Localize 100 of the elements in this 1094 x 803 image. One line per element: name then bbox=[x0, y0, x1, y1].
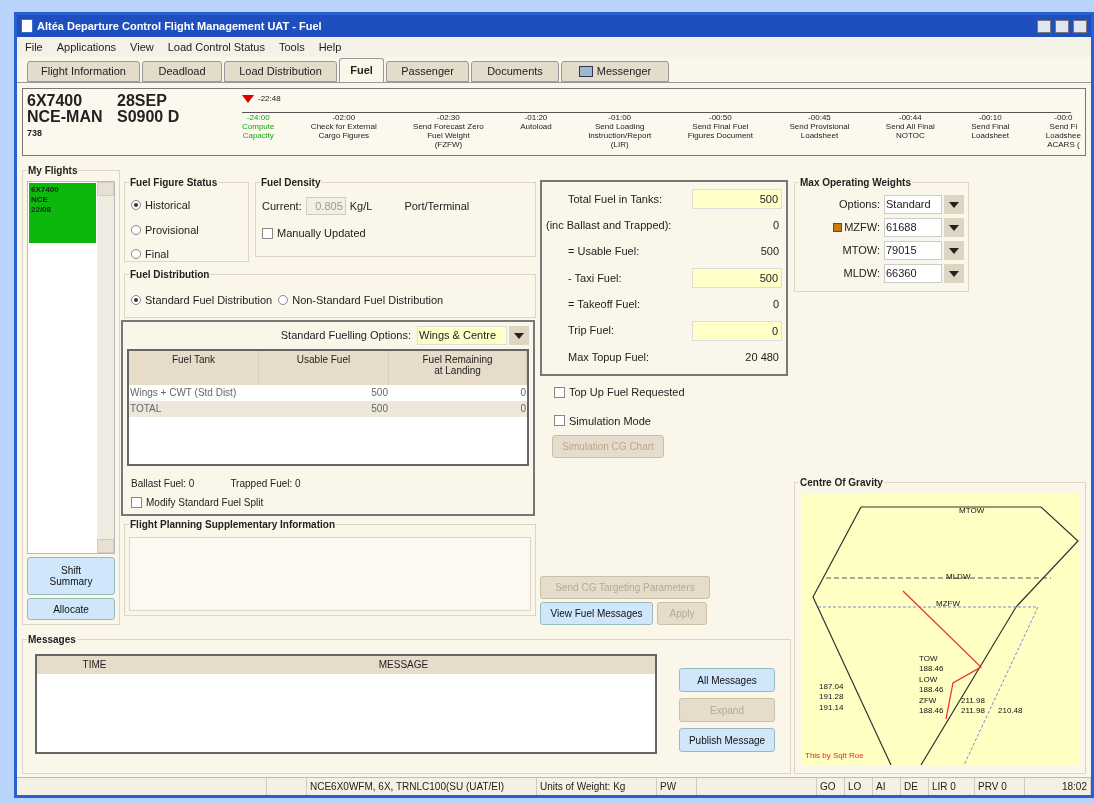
tab[interactable]: Messenger bbox=[561, 61, 669, 82]
fuel-input-field[interactable]: 0 bbox=[692, 320, 782, 341]
field-label: = Usable Fuel: bbox=[567, 244, 640, 260]
milestone-label[interactable]: Check for External Cargo Figures bbox=[310, 122, 377, 140]
weight-dropdown[interactable]: Standard bbox=[884, 195, 942, 214]
menu-item[interactable]: Applications bbox=[56, 38, 117, 56]
milestone-time: -00:45 bbox=[808, 113, 831, 122]
chart-label: 191.28 bbox=[819, 692, 844, 701]
radio-label: Standard Fuel Distribution bbox=[145, 292, 273, 308]
radio-label: Non-Standard Fuel Distribution bbox=[292, 292, 444, 308]
checkbox[interactable] bbox=[262, 227, 273, 239]
milestone-time: -00:50 bbox=[709, 113, 732, 122]
button[interactable]: All Messages bbox=[679, 668, 775, 692]
checkbox[interactable] bbox=[131, 497, 142, 508]
flight-card-text: NCE bbox=[31, 195, 49, 205]
density-source: Port/Terminal bbox=[404, 198, 470, 214]
radio-button[interactable] bbox=[131, 295, 141, 305]
milestone-time: -00:10 bbox=[978, 113, 1002, 122]
flight-number: 6X7400 bbox=[27, 93, 84, 109]
milestone-time: -00:44 bbox=[898, 113, 922, 122]
checkbox[interactable] bbox=[554, 386, 565, 398]
menu-item[interactable]: Load Control Status bbox=[167, 38, 265, 56]
status-bar-cell: PW bbox=[657, 778, 697, 795]
field-label: Max Topup Fuel: bbox=[567, 349, 650, 365]
status-bar-cell: GO bbox=[817, 778, 845, 795]
group-title: My Flights bbox=[27, 163, 79, 178]
chart-label: 188.46 bbox=[919, 664, 944, 673]
status-bar-cell: 18:02 bbox=[1025, 778, 1091, 795]
chart-label: LOW bbox=[919, 675, 938, 684]
radio-button[interactable] bbox=[131, 200, 141, 211]
close-icon[interactable] bbox=[1073, 19, 1087, 33]
chart-label: 211.98 bbox=[961, 706, 985, 715]
menu-item[interactable]: File bbox=[25, 38, 43, 56]
menu-item[interactable]: View bbox=[130, 38, 154, 56]
milestone-label[interactable]: Autoload bbox=[520, 122, 552, 131]
tab[interactable]: Load Distribution bbox=[224, 61, 337, 82]
status-bar-cell: PRV 0 bbox=[975, 778, 1025, 795]
radio-button[interactable] bbox=[131, 249, 141, 260]
tab[interactable]: Passenger bbox=[386, 61, 469, 82]
flight-card-text: 22/08 bbox=[31, 205, 53, 215]
milestone-time: -01:00 bbox=[608, 113, 632, 122]
milestone-label[interactable]: Send Fi Loadshee ACARS ( bbox=[1045, 122, 1081, 149]
tab[interactable]: Deadload bbox=[142, 61, 222, 82]
button[interactable]: Shift Summary bbox=[27, 557, 115, 595]
fuel-input-field[interactable]: 500 bbox=[692, 268, 782, 288]
field-label: Standard Fuelling Options: bbox=[280, 328, 411, 344]
group-title: Centre Of Gravity bbox=[799, 475, 884, 490]
fuel-input-field[interactable]: 500 bbox=[692, 189, 782, 209]
chart-note: This by Sqlt Roe bbox=[805, 751, 864, 760]
column-header[interactable]: MESSAGE bbox=[152, 656, 655, 674]
milestone-time: -00:0 bbox=[1054, 113, 1073, 122]
weight-dropdown[interactable]: 66360 bbox=[884, 264, 942, 283]
milestone-time: -01:20 bbox=[524, 113, 548, 122]
button[interactable]: Allocate bbox=[27, 598, 115, 620]
radio-button[interactable] bbox=[278, 295, 289, 305]
radio-label: Final bbox=[145, 247, 169, 262]
monitor-icon bbox=[578, 66, 593, 77]
table-cell-text: Wings + CWT (Std Dist) bbox=[129, 386, 238, 400]
group-title: Max Operating Weights bbox=[799, 175, 912, 190]
milestone-label[interactable]: Send All Final NOTOC bbox=[885, 122, 935, 140]
tab[interactable]: Flight Information bbox=[27, 61, 140, 82]
checkbox[interactable] bbox=[554, 415, 565, 427]
milestone-time: -02:00 bbox=[332, 113, 356, 122]
chart-label: 188.46 bbox=[919, 706, 944, 715]
button[interactable]: Publish Message bbox=[679, 728, 775, 752]
milestone-time: -24:00 bbox=[246, 113, 270, 122]
milestone-time: -02:30 bbox=[437, 113, 460, 122]
flight-card[interactable]: 6X7400 NCE 22/08 bbox=[29, 183, 96, 243]
route: NCE-MAN bbox=[27, 109, 104, 125]
chart-label: 211.98 bbox=[961, 696, 985, 705]
weight-dropdown[interactable]: 61688 bbox=[884, 218, 942, 237]
milestone-label[interactable]: Send Final Loadsheet bbox=[971, 122, 1010, 140]
group-title: Fuel Figure Status bbox=[129, 175, 219, 190]
status-bar-cell: LIR 0 bbox=[929, 778, 975, 795]
chart-label: 210.48 bbox=[998, 706, 1023, 715]
tab[interactable]: Documents bbox=[471, 61, 559, 82]
button[interactable]: View Fuel Messages bbox=[540, 602, 653, 625]
checkbox-label: Manually Updated bbox=[277, 226, 366, 241]
milestone-label[interactable]: Send Provisional Loadsheet bbox=[789, 122, 850, 140]
milestone-label[interactable]: Send Forecast Zero Fuel Weight (FZFW) bbox=[413, 122, 484, 149]
maximize-icon[interactable] bbox=[1055, 19, 1069, 33]
tab[interactable]: Fuel bbox=[339, 58, 384, 82]
tab-label[interactable]: Messenger bbox=[596, 63, 652, 80]
milestone-label[interactable]: Send Final Fuel Figures Document bbox=[687, 122, 754, 140]
weight-dropdown[interactable]: 79015 bbox=[884, 241, 942, 260]
fuel-value: 500 bbox=[760, 244, 780, 260]
minimize-icon[interactable] bbox=[1037, 19, 1051, 33]
radio-button[interactable] bbox=[131, 224, 141, 235]
chart-label: MZFW bbox=[936, 599, 960, 608]
scrollbar[interactable] bbox=[97, 182, 114, 553]
fuelling-options-dropdown[interactable]: Wings & Centre bbox=[417, 326, 507, 345]
menu-item[interactable]: Tools bbox=[278, 38, 305, 56]
group-title: Fuel Density bbox=[260, 175, 322, 190]
chart-label: ZFW bbox=[919, 696, 937, 705]
column-header[interactable]: TIME bbox=[37, 656, 152, 674]
fuel-value: 0 bbox=[772, 297, 780, 313]
table-cell-text: TOTAL bbox=[129, 402, 163, 416]
checkbox-label: Modify Standard Fuel Split bbox=[146, 496, 264, 510]
milestone-label[interactable]: Send Loading Instruction/Report (LIR) bbox=[588, 122, 652, 149]
menu-item[interactable]: Help bbox=[318, 38, 342, 56]
